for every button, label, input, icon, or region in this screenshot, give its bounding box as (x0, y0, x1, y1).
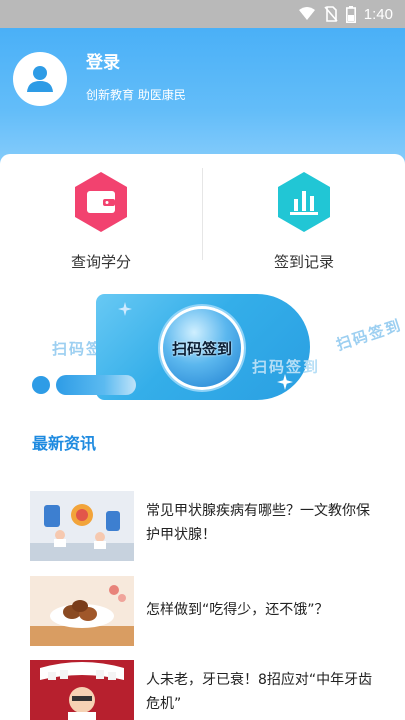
login-subtitle: 创新教育 助医康民 (86, 88, 186, 102)
checkin-records-label: 签到记录 (273, 253, 334, 271)
carousel-indicator[interactable] (56, 375, 136, 395)
news-thumbnail (30, 491, 134, 561)
news-title: 怎样做到“吃得少，还不饿”？ (146, 602, 329, 618)
wifi-icon (298, 7, 315, 20)
sparkle-icon (277, 374, 293, 390)
user-icon (27, 66, 53, 92)
banner-text: 扫码签到 (334, 315, 405, 355)
status-bar: 1:40 (0, 0, 405, 28)
news-item[interactable]: 人未老，牙已衰！8招应对“中年牙齿危机” (30, 660, 390, 720)
news-thumbnail (30, 660, 134, 720)
news-title: 人未老，牙已衰！8招应对“中年牙齿危机” (146, 672, 373, 712)
news-item[interactable]: 怎样做到“吃得少，还不饿”？ (30, 576, 390, 648)
bar-chart-icon (278, 172, 330, 232)
query-credits-button[interactable]: 查询学分 (0, 154, 202, 284)
sparkle-icon (118, 302, 132, 316)
scan-checkin-button[interactable]: 扫码签到 (160, 306, 244, 390)
status-icons: 1:40 (298, 4, 393, 24)
news-section-title: 最新资讯 (32, 434, 97, 453)
status-time: 1:40 (363, 5, 393, 23)
query-credits-label: 查询学分 (70, 253, 131, 271)
scan-checkin-banner[interactable]: 扫码签到 扫码签到 扫码签到 扫码签到 (0, 294, 405, 400)
main-panel: 查询学分 签到记录 扫码签到 扫码签到 扫码签到 扫码签到 最新资讯 常见甲状腺… (0, 154, 405, 720)
scan-checkin-label: 扫码签到 (171, 339, 232, 358)
carousel-dot-active[interactable] (32, 376, 50, 394)
battery-icon (345, 5, 356, 23)
news-thumbnail (30, 576, 134, 646)
wallet-icon (75, 172, 127, 232)
no-sim-icon (324, 6, 338, 22)
news-title: 常见甲状腺疾病有哪些？一文教你保护甲状腺！ (146, 503, 370, 543)
news-item[interactable]: 常见甲状腺疾病有哪些？一文教你保护甲状腺！ (30, 491, 390, 563)
checkin-records-button[interactable]: 签到记录 (203, 154, 405, 284)
avatar[interactable] (13, 52, 67, 106)
login-title[interactable]: 登录 (86, 48, 120, 73)
